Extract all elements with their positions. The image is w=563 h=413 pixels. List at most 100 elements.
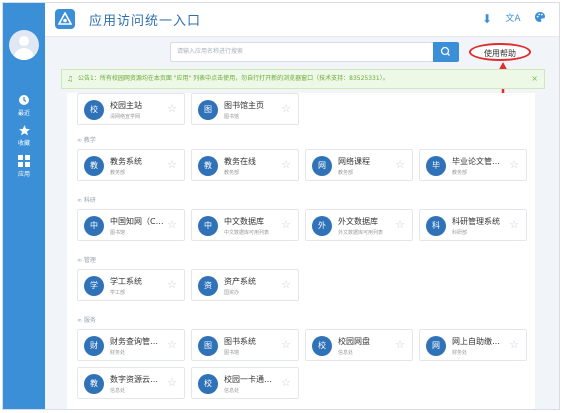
close-icon[interactable]: ×	[531, 70, 538, 88]
app-owner: 中文数据库可用列表	[224, 230, 270, 236]
app-tile[interactable]: 网 网络课程 教务部 ☆	[305, 149, 413, 181]
app-owner: 图书馆	[110, 230, 126, 236]
app-owner: 学工部	[110, 290, 126, 296]
app-name: 中文数据库	[224, 217, 264, 226]
search-input[interactable]: 请输入应用名称进行搜索	[170, 42, 433, 62]
app-owner: 外文数据库可用列表	[338, 230, 384, 236]
app-name: 校园一卡通…	[224, 375, 272, 384]
app-icon: 学	[84, 276, 104, 296]
sidebar-item-recent[interactable]: 最近	[3, 94, 45, 124]
favorite-star-icon[interactable]: ☆	[167, 376, 177, 389]
sidebar-item-favorites[interactable]: 收藏	[3, 124, 45, 154]
favorite-star-icon[interactable]: ☆	[281, 158, 291, 171]
app-panel: 校 校园主站 清网络宣学网 ☆ 图 图书馆主页 图书馆 ☆ ∞ 教学 教 教务系…	[67, 93, 535, 409]
app-icon: 校	[198, 374, 218, 394]
app-icon: 外	[312, 216, 332, 236]
search-icon	[440, 46, 450, 56]
favorite-star-icon[interactable]: ☆	[281, 376, 291, 389]
star-icon	[3, 124, 45, 140]
app-icon: 中	[198, 216, 218, 236]
favorite-star-icon[interactable]: ☆	[395, 338, 405, 351]
app-tile[interactable]: 网 网上自助缴… 财务处 ☆	[419, 329, 527, 361]
search-bar: 请输入应用名称进行搜索 使用帮助	[45, 37, 559, 67]
page-title: 应用访问统一入口	[89, 14, 202, 29]
favorite-star-icon[interactable]: ☆	[509, 338, 519, 351]
sidebar-item-apps[interactable]: 应用	[3, 155, 45, 185]
app-tile-library-home[interactable]: 图 图书馆主页 图书馆 ☆	[191, 93, 299, 125]
app-logo-icon	[55, 9, 75, 29]
app-tile[interactable]: 科 科研管理系统 科研部 ☆	[419, 209, 527, 241]
app-tile[interactable]: 中 中国知网（C… 图书馆 ☆	[77, 209, 185, 241]
app-tile[interactable]: 中 中文数据库 中文数据库可用列表 ☆	[191, 209, 299, 241]
app-tile[interactable]: 教 教务在线 教务部 ☆	[191, 149, 299, 181]
favorite-star-icon[interactable]: ☆	[281, 338, 291, 351]
app-tile[interactable]: 学 学工系统 学工部 ☆	[77, 269, 185, 301]
download-icon[interactable]: ⬇	[479, 11, 495, 27]
favorite-star-icon[interactable]: ☆	[167, 278, 177, 291]
app-name: 外文数据库	[338, 217, 378, 226]
favorite-star-icon[interactable]: ☆	[509, 218, 519, 231]
sidebar-item-label: 最近	[17, 110, 30, 117]
app-owner: 信息处	[224, 388, 240, 394]
app-tile[interactable]: 资 资产系统 国资办 ☆	[191, 269, 299, 301]
favorite-star-icon[interactable]: ☆	[167, 102, 177, 115]
app-owner: 教务部	[338, 170, 354, 176]
section-label-text: 管理	[83, 257, 96, 264]
search-button[interactable]	[433, 42, 459, 62]
section-label-management: ∞ 管理	[77, 257, 96, 264]
app-owner: 清网络宣学网	[110, 114, 141, 120]
app-name: 教务在线	[224, 157, 256, 166]
app-name: 图书馆主页	[224, 101, 264, 110]
app-tile[interactable]: 校 校园一卡通… 信息处 ☆	[191, 367, 299, 399]
favorite-star-icon[interactable]: ☆	[509, 158, 519, 171]
app-tile[interactable]: 教 教务系统 教务部 ☆	[77, 149, 185, 181]
app-tile[interactable]: 图 图书系统 图书馆 ☆	[191, 329, 299, 361]
app-icon: 图	[198, 100, 218, 120]
section-label-text: 教学	[83, 137, 96, 144]
app-tile[interactable]: 校 校园网盘 信息处 ☆	[305, 329, 413, 361]
app-name: 资产系统	[224, 277, 256, 286]
app-tile[interactable]: 外 外文数据库 外文数据库可用列表 ☆	[305, 209, 413, 241]
avatar-body-shape	[14, 48, 34, 60]
section-label-research: ∞ 科研	[77, 197, 96, 204]
favorite-star-icon[interactable]: ☆	[167, 218, 177, 231]
sidebar: 最近 收藏 应用	[3, 3, 45, 409]
section-label-teaching: ∞ 教学	[77, 137, 96, 144]
app-owner: 国资办	[224, 290, 240, 296]
app-icon: 中	[84, 216, 104, 236]
app-owner: 财务处	[110, 350, 126, 356]
app-tile-campus-site[interactable]: 校 校园主站 清网络宣学网 ☆	[77, 93, 185, 125]
app-tile[interactable]: 教 数字资源云… 信息处 ☆	[77, 367, 185, 399]
app-name: 校园网盘	[338, 337, 370, 346]
help-button[interactable]: 使用帮助	[469, 43, 531, 61]
translate-icon[interactable]: 文A	[505, 11, 521, 27]
favorite-star-icon[interactable]: ☆	[281, 218, 291, 231]
app-icon: 科	[426, 216, 446, 236]
app-icon: 教	[84, 156, 104, 176]
favorite-star-icon[interactable]: ☆	[395, 218, 405, 231]
app-owner: 教务部	[110, 170, 126, 176]
top-bar: 应用访问统一入口 ⬇ 文A	[45, 3, 559, 37]
section-label-service: ∞ 服务	[77, 317, 96, 324]
favorite-star-icon[interactable]: ☆	[281, 102, 291, 115]
app-name: 毕业论文管…	[452, 157, 500, 166]
sidebar-item-label: 应用	[17, 171, 30, 178]
grid-icon	[3, 155, 45, 171]
app-owner: 图书馆	[224, 350, 240, 356]
app-tile[interactable]: 财 财务查询管… 财务处 ☆	[77, 329, 185, 361]
notice-text: 公告1：所有校园网资源均在本页面 "应用" 列表中点击使用，勿自行打开新的浏览器…	[78, 75, 389, 82]
app-tile[interactable]: 毕 毕业论文管… 教务部 ☆	[419, 149, 527, 181]
avatar[interactable]	[9, 30, 39, 60]
app-owner: 信息处	[338, 350, 354, 356]
app-name: 数字资源云…	[110, 375, 158, 384]
favorite-star-icon[interactable]: ☆	[281, 278, 291, 291]
favorite-star-icon[interactable]: ☆	[395, 158, 405, 171]
app-name: 图书系统	[224, 337, 256, 346]
app-icon: 图	[198, 336, 218, 356]
favorite-star-icon[interactable]: ☆	[167, 338, 177, 351]
palette-icon[interactable]	[532, 11, 548, 27]
app-name: 教务系统	[110, 157, 142, 166]
app-icon: 资	[198, 276, 218, 296]
app-name: 财务查询管…	[110, 337, 158, 346]
favorite-star-icon[interactable]: ☆	[167, 158, 177, 171]
